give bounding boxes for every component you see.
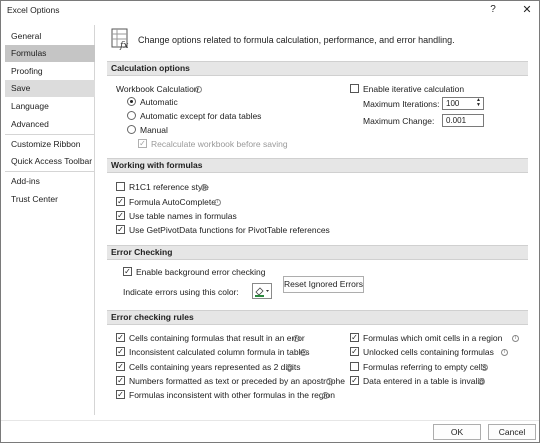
checkbox-rule-invalid-table-data[interactable]: ✓: [350, 376, 359, 385]
radio-automatic-label: Automatic: [140, 97, 178, 107]
info-icon: i: [478, 378, 485, 385]
checkbox-r1c1[interactable]: [116, 182, 125, 191]
checkbox-rule-error-result[interactable]: ✓: [116, 333, 125, 342]
rule-empty-cells-label: Formulas referring to empty cells: [363, 362, 487, 372]
checkbox-rule-inconsistent-region[interactable]: ✓: [116, 390, 125, 399]
info-icon: i: [501, 349, 508, 356]
radio-manual-label: Manual: [140, 125, 168, 135]
rule-error-result-label: Cells containing formulas that result in…: [129, 333, 305, 343]
formula-autocomplete-label: Formula AutoComplete: [129, 197, 216, 207]
spinner-arrows-icon[interactable]: ▲ ▼: [475, 98, 482, 108]
enable-iterative-label: Enable iterative calculation: [363, 84, 465, 94]
cancel-button[interactable]: Cancel: [488, 424, 536, 440]
checkbox-table-names[interactable]: ✓: [116, 211, 125, 220]
section-calculation-options: Calculation options: [107, 61, 528, 76]
recalculate-label: Recalculate workbook before saving: [151, 139, 288, 149]
info-icon: i: [300, 349, 307, 356]
rule-omit-cells-label: Formulas which omit cells in a region: [363, 333, 503, 343]
section-error-checking-rules: Error checking rules: [107, 310, 528, 325]
sidebar-divider: [5, 134, 95, 135]
reset-ignored-errors-button[interactable]: Reset Ignored Errors: [283, 276, 364, 293]
sidebar-item-formulas[interactable]: Formulas: [5, 45, 95, 62]
ok-button[interactable]: OK: [433, 424, 481, 440]
workbook-calculation-label: Workbook Calculation: [116, 84, 199, 94]
radio-automatic[interactable]: [127, 97, 136, 106]
max-iterations-spinner[interactable]: 100 ▲ ▼: [442, 97, 484, 110]
checkbox-recalculate-before-saving[interactable]: ✓: [138, 139, 147, 148]
formulas-header-icon: fx: [111, 28, 131, 51]
sidebar-divider: [5, 171, 95, 172]
rule-inconsistent-region-label: Formulas inconsistent with other formula…: [129, 390, 335, 400]
checkbox-enable-iterative[interactable]: [350, 84, 359, 93]
svg-text:fx: fx: [119, 41, 128, 50]
rule-inconsistent-column-label: Inconsistent calculated column formula i…: [129, 347, 310, 357]
checkbox-rule-two-digit-years[interactable]: ✓: [116, 362, 125, 371]
checkbox-rule-inconsistent-column[interactable]: ✓: [116, 347, 125, 356]
rule-two-digit-years-label: Cells containing years represented as 2 …: [129, 362, 301, 372]
rule-unlocked-cells-label: Unlocked cells containing formulas: [363, 347, 494, 357]
footer-divider: [1, 420, 539, 421]
sidebar-item-proofing[interactable]: Proofing: [5, 63, 95, 80]
error-color-picker[interactable]: [252, 283, 272, 299]
section-working-with-formulas: Working with formulas: [107, 158, 528, 173]
checkbox-background-error-checking[interactable]: ✓: [123, 267, 132, 276]
max-change-label: Maximum Change:: [363, 116, 435, 126]
r1c1-label: R1C1 reference style: [129, 182, 209, 192]
info-icon: i: [481, 364, 488, 371]
max-iterations-label: Maximum Iterations:: [363, 99, 440, 109]
info-icon: i: [293, 335, 300, 342]
sidebar-item-quick-access-toolbar[interactable]: Quick Access Toolbar: [5, 153, 95, 170]
sidebar-item-trust-center[interactable]: Trust Center: [5, 191, 95, 208]
sidebar-item-customize-ribbon[interactable]: Customize Ribbon: [5, 136, 95, 153]
checkbox-rule-numbers-as-text[interactable]: ✓: [116, 376, 125, 385]
info-icon: i: [195, 86, 202, 93]
close-button[interactable]: ✕: [517, 2, 537, 18]
sidebar-item-save[interactable]: Save: [5, 80, 95, 97]
info-icon: i: [512, 335, 519, 342]
sidebar-item-language[interactable]: Language: [5, 98, 95, 115]
info-icon: i: [326, 378, 333, 385]
excel-options-dialog: Excel Options ? ✕ General Formulas Proof…: [0, 0, 540, 443]
section-error-checking: Error Checking: [107, 245, 528, 260]
checkbox-rule-omit-cells[interactable]: ✓: [350, 333, 359, 342]
info-icon: i: [201, 184, 208, 191]
page-header-text: Change options related to formula calcul…: [138, 35, 455, 45]
sidebar-item-general[interactable]: General: [5, 28, 95, 45]
sidebar-item-advanced[interactable]: Advanced: [5, 116, 95, 133]
help-button[interactable]: ?: [484, 2, 502, 18]
info-icon: i: [214, 199, 221, 206]
checkbox-rule-empty-cells[interactable]: [350, 362, 359, 371]
checkbox-getpivotdata[interactable]: ✓: [116, 225, 125, 234]
info-icon: i: [286, 364, 293, 371]
radio-automatic-except-tables[interactable]: [127, 111, 136, 120]
checkbox-rule-unlocked-cells[interactable]: ✓: [350, 347, 359, 356]
sidebar: General Formulas Proofing Save Language …: [3, 25, 95, 415]
window-title: Excel Options: [7, 5, 60, 15]
radio-manual[interactable]: [127, 125, 136, 134]
title-bar: Excel Options ? ✕: [1, 1, 539, 19]
info-icon: i: [322, 392, 329, 399]
checkbox-formula-autocomplete[interactable]: ✓: [116, 197, 125, 206]
getpivotdata-label: Use GetPivotData functions for PivotTabl…: [129, 225, 330, 235]
background-error-label: Enable background error checking: [136, 267, 266, 277]
max-change-input[interactable]: 0.001: [442, 114, 484, 127]
indicate-errors-label: Indicate errors using this color:: [123, 287, 239, 297]
rule-invalid-table-data-label: Data entered in a table is invalid: [363, 376, 484, 386]
max-iterations-value: 100: [446, 99, 460, 108]
radio-automatic-except-label: Automatic except for data tables: [140, 111, 262, 121]
rule-numbers-as-text-label: Numbers formatted as text or preceded by…: [129, 376, 345, 386]
sidebar-item-add-ins[interactable]: Add-ins: [5, 173, 95, 190]
table-names-label: Use table names in formulas: [129, 211, 237, 221]
